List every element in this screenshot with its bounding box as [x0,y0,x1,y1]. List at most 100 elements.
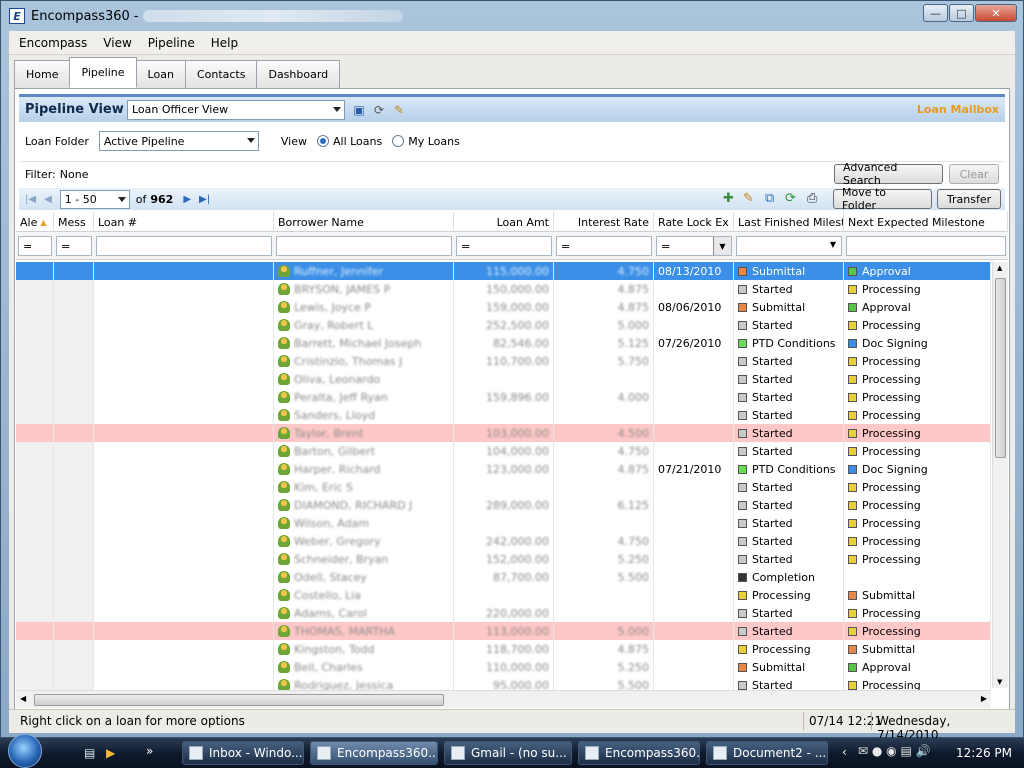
filter-loan-amt-input[interactable]: = [456,236,552,256]
save-icon[interactable]: ▣ [351,102,367,118]
filter-next-milestone-select[interactable] [846,236,1006,256]
table-row[interactable]: THOMAS, MARTHA 113,000.00 5.000 Started Proc… [16,622,991,640]
maximize-button[interactable]: □ [949,4,974,22]
table-row[interactable]: Gray, Robert L 252,500.00 5.000 Started Proc… [16,316,991,334]
minimize-button[interactable]: — [923,4,948,22]
table-row[interactable]: Kim, Eric S Started Processing [16,478,991,496]
new-loan-icon[interactable]: ✚ [723,191,734,206]
table-row[interactable]: Odell, Stacey 87,700.00 5.500 Completion [16,568,991,586]
close-button[interactable]: ✕ [975,4,1017,22]
menu-help[interactable]: Help [211,36,238,50]
table-row[interactable]: Peralta, Jeff Ryan 159,896.00 4.000 Started… [16,388,991,406]
refresh-icon[interactable]: ⟳ [785,191,796,206]
table-row[interactable]: DIAMOND, RICHARD J 289,000.00 6.125 Started… [16,496,991,514]
loan-folder-select[interactable]: Active Pipeline [98,131,259,151]
duplicate-icon[interactable]: ⧉ [765,191,774,206]
tab-pipeline[interactable]: Pipeline [69,57,137,88]
next-page-icon[interactable]: ▶ [183,194,191,205]
tab-contacts[interactable]: Contacts [184,60,258,88]
taskbar-item-inbox[interactable]: Inbox - Windo... [182,741,304,765]
prev-page-icon[interactable]: ◀ [44,194,52,205]
taskbar-item-gmail[interactable]: Gmail - (no su... [444,741,572,765]
advanced-search-button[interactable]: Advanced Search [834,161,943,187]
all-loans-label[interactable]: All Loans [333,135,382,148]
start-button[interactable] [8,734,42,768]
col-borrower-name[interactable]: Borrower Name [274,212,454,232]
filter-messages-input[interactable]: = [56,236,92,256]
table-row[interactable]: Lewis, Joyce P 159,000.00 4.875 08/06/2010 S… [16,298,991,316]
filter-loan-number-input[interactable] [96,236,272,256]
scroll-right-icon[interactable]: ▶ [981,694,987,703]
table-row[interactable]: Barrett, Michael Joseph 82,546.00 5.125 07/… [16,334,991,352]
tab-home[interactable]: Home [14,60,71,88]
first-page-icon[interactable]: |◀ [25,194,36,205]
page-range-select[interactable]: 1 - 50 [59,189,130,209]
table-row[interactable]: Ruffner, Jennifer 115,000.00 4.750 08/13/20… [16,262,991,280]
loan-mailbox-link[interactable]: Loan Mailbox [917,103,999,116]
filter-interest-input[interactable]: = [556,236,652,256]
filter-last-milestone-select[interactable]: ▼ [736,236,842,256]
edit-icon[interactable]: ✎ [391,102,407,118]
filter-rate-lock-input[interactable]: = ▼ [656,236,732,256]
horizontal-scrollbar[interactable]: ◀ ▶ [16,690,991,708]
menu-pipeline[interactable]: Pipeline [148,36,195,50]
table-row[interactable]: Cristinzio, Thomas J 110,700.00 5.750 Start… [16,352,991,370]
taskbar-item-encompass-doc[interactable]: Encompass360... [578,741,700,765]
scroll-down-icon[interactable]: ▼ [997,678,1002,686]
col-next-milestone[interactable]: Next Expected Milestone [844,212,1008,232]
col-messages[interactable]: Mess [54,212,94,232]
borrower-cell: Wilson, Adam [274,514,454,532]
table-row[interactable]: Barton, Gilbert 104,000.00 4.750 Started Pro… [16,442,991,460]
all-loans-radio[interactable] [316,135,329,147]
table-row[interactable]: Kingston, Todd 118,700.00 4.875 Processing S… [16,640,991,658]
edit-loan-icon[interactable]: ✎ [743,191,754,206]
taskbar: ▤ ▶ » Inbox - Windo... Encompass360... G… [0,734,1024,768]
my-loans-label[interactable]: My Loans [408,135,460,148]
quicklaunch-overflow-icon[interactable]: » [146,744,153,758]
col-loan-amt[interactable]: Loan Amt [454,212,554,232]
vertical-scrollbar[interactable]: ▲ ▼ [992,262,1008,688]
tab-loan[interactable]: Loan [135,60,186,88]
my-loans-radio[interactable] [392,135,405,147]
print-icon[interactable]: ⎙ [807,191,817,206]
table-row[interactable]: Bell, Charles 110,000.00 5.250 Submittal App… [16,658,991,676]
filter-borrower-input[interactable] [276,236,452,256]
media-player-icon[interactable]: ▶ [106,746,115,760]
taskbar-item-encompass[interactable]: Encompass360... [310,741,438,765]
horizontal-scroll-thumb[interactable] [34,694,444,706]
chevron-down-icon[interactable]: ▼ [713,237,731,255]
tray-expand-icon[interactable]: ‹ [842,745,847,759]
view-select[interactable]: Loan Officer View [127,99,345,120]
move-to-folder-button[interactable]: Move to Folder [833,186,932,212]
vertical-scroll-thumb[interactable] [995,278,1006,458]
table-row[interactable]: BRYSON, JAMES P 150,000.00 4.875 Started Pro… [16,280,991,298]
last-page-icon[interactable]: ▶| [199,194,210,205]
table-row[interactable]: Sanders, Lloyd Started Processing [16,406,991,424]
reset-icon[interactable]: ⟳ [371,102,387,118]
show-desktop-icon[interactable]: ▤ [84,746,95,760]
transfer-button[interactable]: Transfer [937,189,1001,209]
table-row[interactable]: Weber, Gregory 242,000.00 4.750 Started Proc… [16,532,991,550]
tab-dashboard[interactable]: Dashboard [256,60,341,88]
col-interest-rate[interactable]: Interest Rate [554,212,654,232]
menu-encompass[interactable]: Encompass [19,36,87,50]
table-row[interactable]: Schneider, Bryan 152,000.00 5.250 Started Pr… [16,550,991,568]
title-bar[interactable]: E Encompass360 - — □ ✕ [1,1,1023,31]
menu-view[interactable]: View [103,36,131,50]
filter-alerts-input[interactable]: = [18,236,52,256]
table-row[interactable]: Taylor, Brent 103,000.00 4.500 Started Proce… [16,424,991,442]
scroll-left-icon[interactable]: ◀ [20,694,26,703]
interest-rate-cell [554,406,654,424]
col-alerts[interactable]: Ale ▲ [16,212,54,232]
table-row[interactable]: Wilson, Adam Started Processing [16,514,991,532]
table-row[interactable]: Adams, Carol 220,000.00 Started Processing [16,604,991,622]
taskbar-item-document2[interactable]: Document2 - ... [706,741,828,765]
table-row[interactable]: Harper, Richard 123,000.00 4.875 07/21/2010… [16,460,991,478]
table-row[interactable]: Oliva, Leonardo Started Processing [16,370,991,388]
scroll-up-icon[interactable]: ▲ [997,264,1002,272]
col-rate-lock[interactable]: Rate Lock Ex [654,212,734,232]
col-loan-number[interactable]: Loan # [94,212,274,232]
col-last-milestone[interactable]: Last Finished Milest [734,212,844,232]
table-row[interactable]: Costello, Lia Processing Submittal [16,586,991,604]
clear-button[interactable]: Clear [949,164,999,184]
